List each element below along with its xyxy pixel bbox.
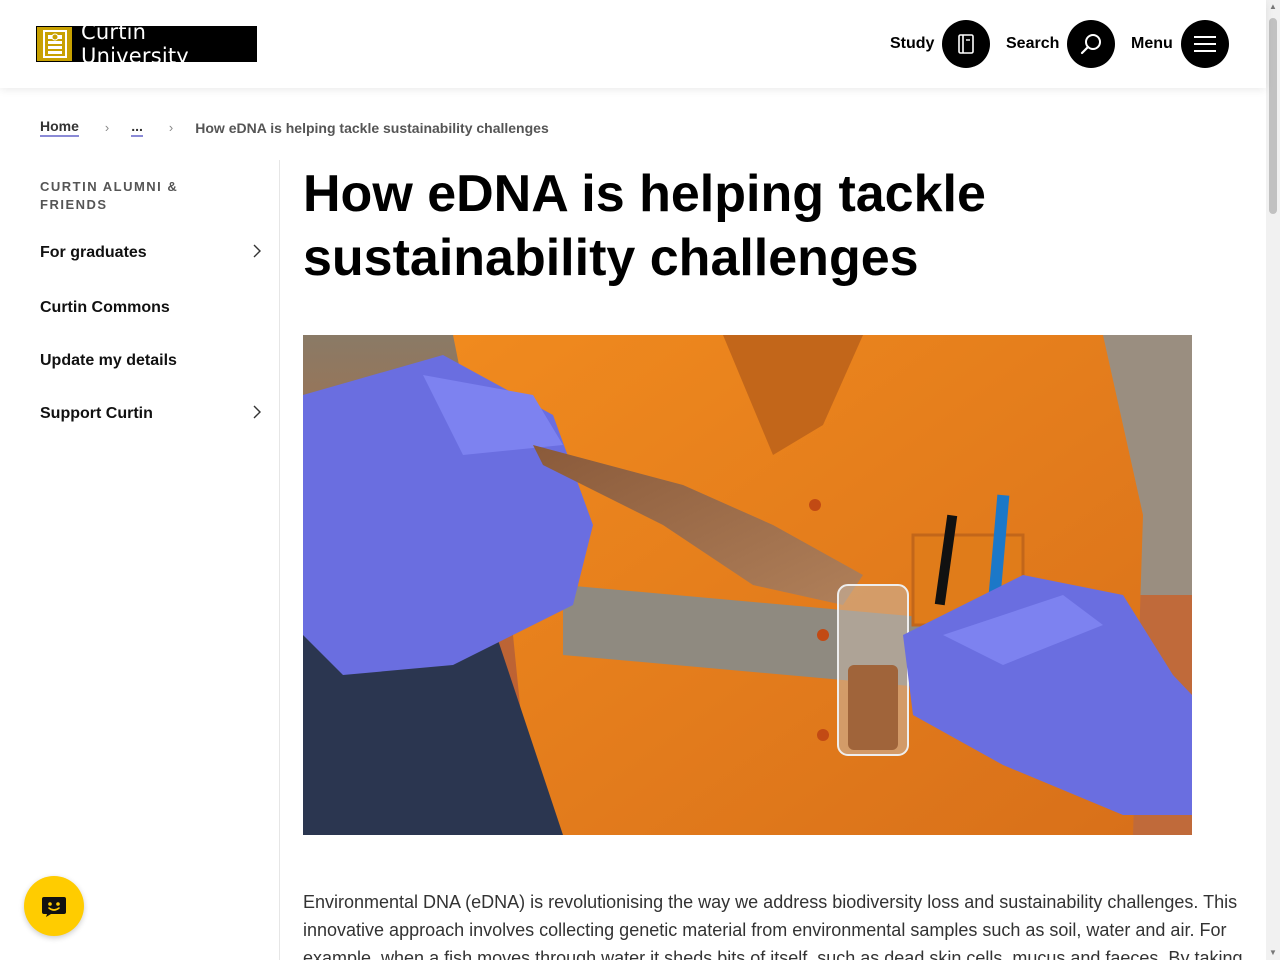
sidebar-item-label: Curtin Commons <box>40 299 170 316</box>
scroll-down-arrow-icon[interactable]: ▼ <box>1266 946 1280 960</box>
chevron-right-icon: › <box>168 120 174 135</box>
sidebar-title[interactable]: Curtin Alumni & Friends <box>40 178 220 214</box>
sidebar-item-label: Update my details <box>40 352 177 369</box>
sidebar-item-update-my-details[interactable]: Update my details <box>40 352 262 370</box>
sidebar-item-label: For graduates <box>40 244 147 261</box>
chevron-right-icon[interactable] <box>252 244 262 262</box>
logo-text: Curtin University <box>81 20 189 68</box>
site-header: Curtin University Study Search Menu <box>0 0 1266 88</box>
curtin-crest-icon <box>37 27 72 61</box>
search-button[interactable]: Search <box>1006 20 1116 68</box>
chat-assistant-button[interactable] <box>24 876 84 936</box>
sidebar-item-support-curtin[interactable]: Support Curtin <box>40 405 262 423</box>
hero-image <box>303 335 1192 835</box>
search-label: Search <box>1006 35 1060 52</box>
breadcrumb-home-link[interactable]: Home <box>40 118 79 137</box>
book-icon <box>942 20 991 68</box>
breadcrumb: Home › ... › How eDNA is helping tackle … <box>40 118 549 137</box>
menu-label: Menu <box>1131 35 1173 52</box>
menu-button[interactable]: Menu <box>1131 20 1229 68</box>
sidebar-item-curtin-commons[interactable]: Curtin Commons <box>40 299 262 317</box>
sidebar-item-label: Support Curtin <box>40 405 153 422</box>
page-scrollbar[interactable]: ▲ ▼ <box>1266 0 1280 960</box>
article-intro: Environmental DNA (eDNA) is revolutionis… <box>303 892 1243 960</box>
scroll-up-arrow-icon[interactable]: ▲ <box>1266 0 1280 14</box>
study-button[interactable]: Study <box>890 20 991 68</box>
chevron-right-icon: › <box>104 120 110 135</box>
search-icon <box>1067 20 1116 68</box>
section-sidebar: Curtin Alumni & Friends For graduates Cu… <box>0 160 280 960</box>
curtin-logo[interactable]: Curtin University <box>36 20 257 68</box>
scrollbar-thumb[interactable] <box>1269 18 1277 214</box>
hamburger-icon <box>1180 20 1229 68</box>
study-label: Study <box>890 35 935 52</box>
breadcrumb-ellipsis-link[interactable]: ... <box>131 118 143 137</box>
chevron-right-icon[interactable] <box>252 405 262 423</box>
page-title: How eDNA is helping tackle sustainabilit… <box>303 165 986 287</box>
sidebar-item-for-graduates[interactable]: For graduates <box>40 244 262 262</box>
chat-face-icon <box>42 897 66 917</box>
breadcrumb-current: How eDNA is helping tackle sustainabilit… <box>195 119 549 136</box>
